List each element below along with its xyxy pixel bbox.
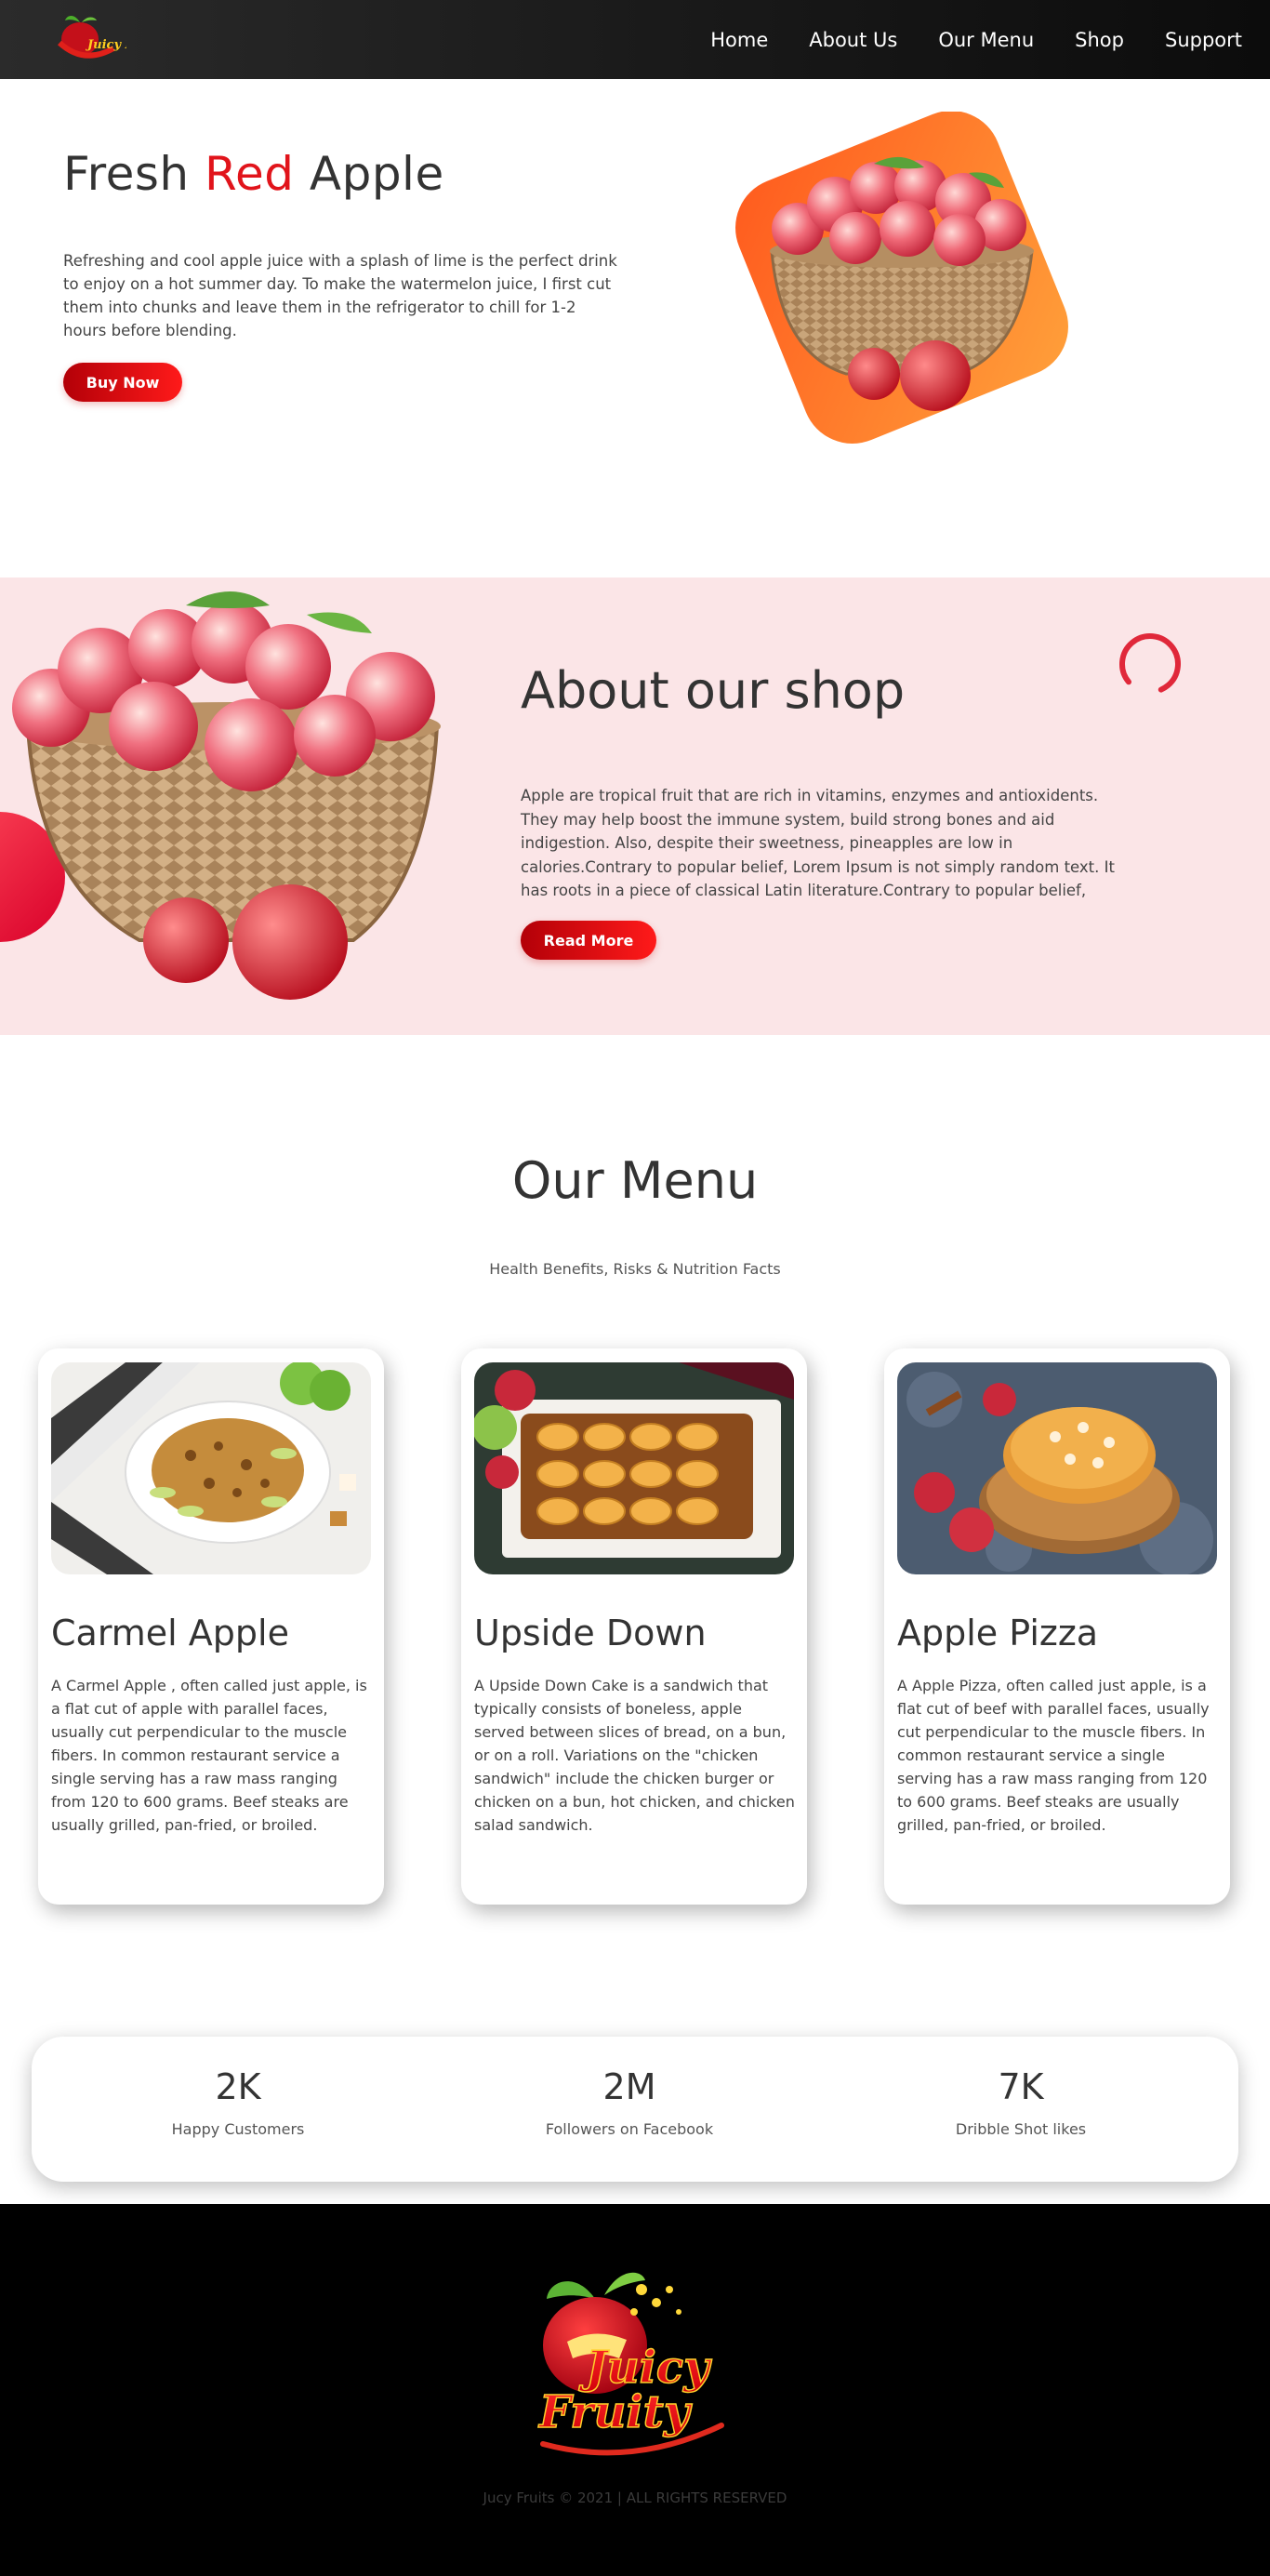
top-navbar: Juicy Fruity Home About Us Our Menu Shop… <box>0 0 1270 79</box>
card-title: Upside Down <box>474 1613 707 1653</box>
hero-description: Refreshing and cool apple juice with a s… <box>63 252 617 339</box>
menu-subtitle: Health Benefits, Risks & Nutrition Facts <box>489 1260 781 1278</box>
stat-happy-customers: 2K Happy Customers <box>99 2037 377 2138</box>
about-title: About our shop <box>521 661 906 720</box>
card-description: A Carmel Apple , often called just apple… <box>51 1677 367 1834</box>
stat-value: 2M <box>602 2066 656 2107</box>
nav-link-home[interactable]: Home <box>710 29 768 51</box>
nav-link-support[interactable]: Support <box>1165 29 1242 51</box>
stats-bar: 2K Happy Customers 2M Followers on Faceb… <box>32 2037 1238 2182</box>
about-description: Apple are tropical fruit that are rich i… <box>521 787 1115 899</box>
card-title: Apple Pizza <box>897 1613 1099 1653</box>
card-description: A Upside Down Cake is a sandwich that ty… <box>474 1677 795 1834</box>
nav-link-about-us[interactable]: About Us <box>809 29 897 51</box>
svg-text:Fruity: Fruity <box>537 2386 693 2438</box>
card-title: Carmel Apple <box>51 1613 289 1653</box>
stat-value: 2K <box>215 2066 261 2107</box>
apple-basket-image <box>735 112 1068 444</box>
footer-brand-logo: Juicy Fruity <box>536 2272 724 2456</box>
svg-text:Juicy Fruity: Juicy Fruity <box>85 38 126 52</box>
copyright-text: Jucy Fruits © 2021 | ALL RIGHTS RESERVED <box>483 2490 787 2506</box>
nav-link-shop[interactable]: Shop <box>1075 29 1124 51</box>
card-description: A Apple Pizza, often called just apple, … <box>897 1677 1210 1834</box>
menu-card-carmel-apple[interactable]: Carmel Apple A Carmel Apple , often call… <box>38 1348 384 1905</box>
stat-label: Dribble Shot likes <box>955 2120 1087 2138</box>
about-section: About our shop Apple are tropical fruit … <box>0 578 1270 1035</box>
nav-link-our-menu[interactable]: Our Menu <box>938 29 1034 51</box>
read-more-button[interactable]: Read More <box>521 921 656 960</box>
buy-now-button[interactable]: Buy Now <box>63 363 182 402</box>
brand-logo[interactable]: Juicy Fruity <box>46 11 126 69</box>
menu-card-apple-pizza[interactable]: Apple Pizza A Apple Pizza, often called … <box>884 1348 1230 1905</box>
footer: Juicy Fruity Jucy Fruits © 2021 | ALL RI… <box>0 2204 1270 2576</box>
menu-card-upside-down[interactable]: Upside Down A Upside Down Cake is a sand… <box>461 1348 807 1905</box>
stat-label: Followers on Facebook <box>545 2120 714 2138</box>
menu-title: Our Menu <box>511 1151 759 1210</box>
stat-facebook-followers: 2M Followers on Facebook <box>490 2037 769 2138</box>
hero-title-accent: Red <box>204 147 295 201</box>
upside-down-cake-image <box>474 1362 794 1574</box>
hero-title: Fresh Red Apple <box>63 147 444 201</box>
stat-dribbble-likes: 7K Dribble Shot likes <box>881 2037 1160 2138</box>
apple-basket-large-image <box>0 591 441 1000</box>
loading-spinner-icon <box>1119 633 1181 695</box>
hero-title-part2: Apple <box>294 147 444 201</box>
apple-pizza-image <box>897 1362 1217 1574</box>
hero-title-part1: Fresh <box>63 147 205 201</box>
stat-label: Happy Customers <box>171 2120 305 2138</box>
stat-value: 7K <box>998 2066 1044 2107</box>
carmel-apple-dish-image <box>51 1362 371 1574</box>
